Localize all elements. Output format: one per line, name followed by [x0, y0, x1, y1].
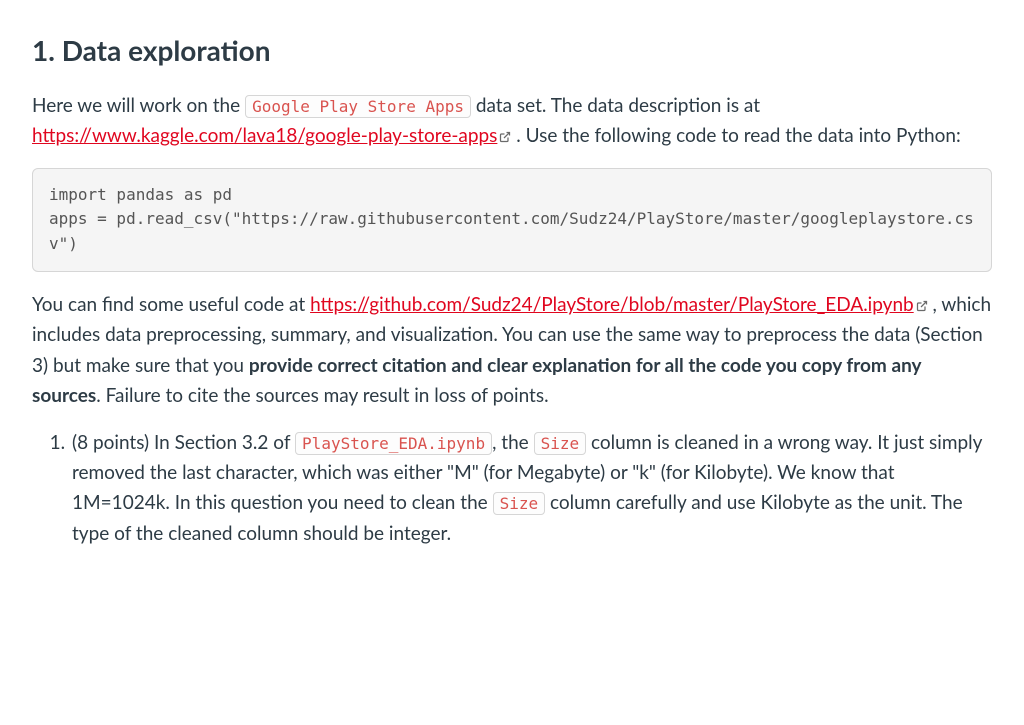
intro-text-1: Here we will work on the: [32, 94, 245, 117]
intro-text-2: data set. The data description is at: [471, 94, 760, 117]
github-link[interactable]: https://github.com/Sudz24/PlayStore/blob…: [310, 293, 914, 316]
para2-text-1: You can find some useful code at: [32, 293, 310, 316]
code-block: import pandas as pd apps = pd.read_csv("…: [32, 168, 992, 272]
external-link-icon: [916, 297, 928, 318]
inline-code-notebook: PlayStore_EDA.ipynb: [295, 432, 492, 455]
intro-text-3: . Use the following code to read the dat…: [511, 124, 960, 147]
inline-code-size-col-2: Size: [493, 492, 546, 515]
intro-paragraph: Here we will work on the Google Play Sto…: [32, 91, 992, 152]
kaggle-link[interactable]: https://www.kaggle.com/lava18/google-pla…: [32, 124, 497, 147]
question-1: (8 points) In Section 3.2 of PlayStore_E…: [70, 428, 992, 550]
resources-paragraph: You can find some useful code at https:/…: [32, 290, 992, 412]
inline-code-dataset: Google Play Store Apps: [245, 95, 471, 118]
section-heading: 1. Data exploration: [32, 28, 992, 73]
external-link-icon: [499, 128, 511, 149]
inline-code-size-col-1: Size: [534, 432, 587, 455]
para2-text-3: . Failure to cite the sources may result…: [96, 384, 548, 407]
question-list: (8 points) In Section 3.2 of PlayStore_E…: [32, 428, 992, 550]
q1-text-1: (8 points) In Section 3.2 of: [72, 431, 295, 454]
q1-text-2: , the: [492, 431, 534, 454]
